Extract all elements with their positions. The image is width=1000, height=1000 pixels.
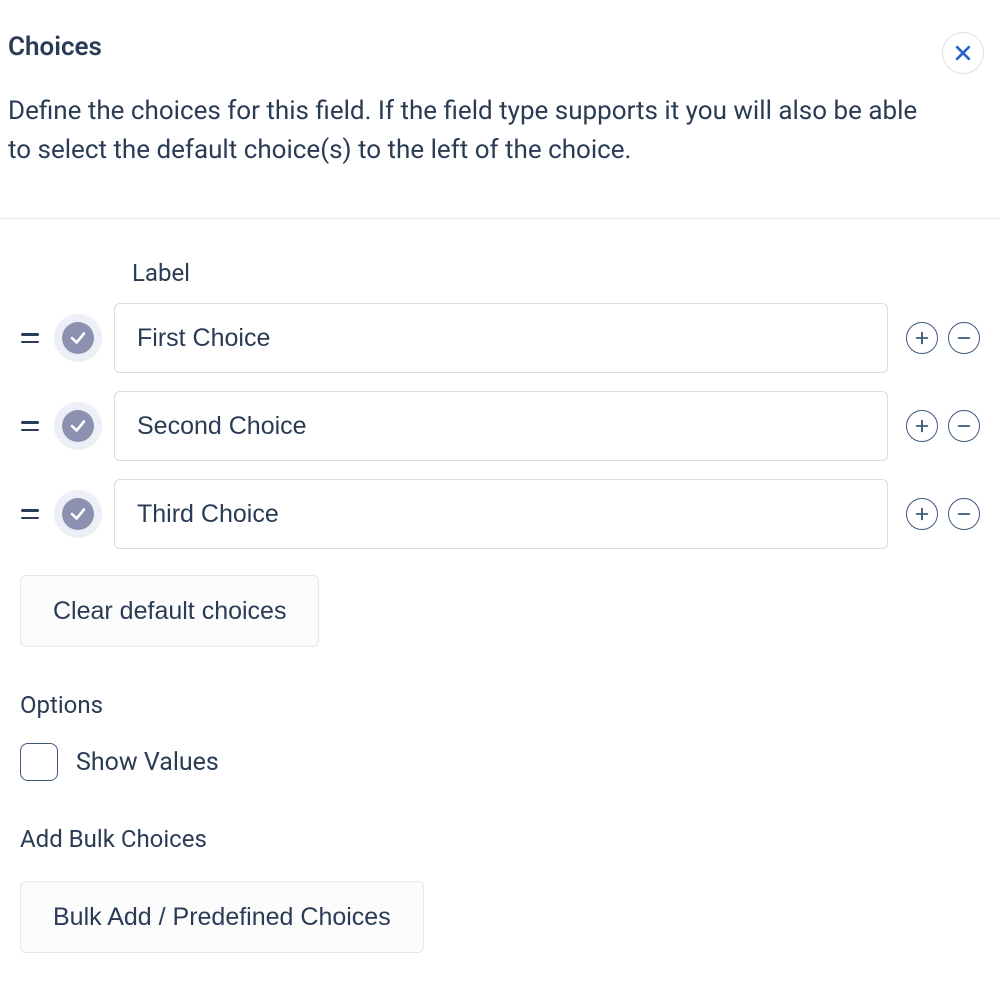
- bulk-add-button[interactable]: Bulk Add / Predefined Choices: [20, 881, 424, 953]
- remove-choice-button[interactable]: [948, 322, 980, 354]
- minus-icon: [956, 418, 972, 434]
- drag-handle-icon[interactable]: [20, 421, 42, 431]
- choice-label-input[interactable]: [114, 479, 888, 549]
- plus-icon: [914, 506, 930, 522]
- choice-row: [20, 303, 980, 373]
- show-values-checkbox-row[interactable]: Show Values: [20, 743, 980, 781]
- default-choice-toggle[interactable]: [54, 314, 102, 362]
- column-header-label: Label: [132, 259, 980, 287]
- choice-label-input[interactable]: [114, 391, 888, 461]
- default-choice-toggle[interactable]: [54, 490, 102, 538]
- dialog-description: Define the choices for this field. If th…: [8, 92, 928, 170]
- close-icon: [953, 43, 973, 63]
- default-choice-toggle[interactable]: [54, 402, 102, 450]
- minus-icon: [956, 506, 972, 522]
- add-choice-button[interactable]: [906, 498, 938, 530]
- show-values-label: Show Values: [76, 748, 219, 777]
- add-bulk-heading: Add Bulk Choices: [20, 825, 980, 853]
- plus-icon: [914, 330, 930, 346]
- plus-icon: [914, 418, 930, 434]
- choice-row: [20, 391, 980, 461]
- show-values-checkbox[interactable]: [20, 743, 58, 781]
- drag-handle-icon[interactable]: [20, 509, 42, 519]
- choice-label-input[interactable]: [114, 303, 888, 373]
- remove-choice-button[interactable]: [948, 410, 980, 442]
- check-icon: [62, 322, 94, 354]
- clear-default-choices-button[interactable]: Clear default choices: [20, 575, 319, 647]
- options-heading: Options: [20, 691, 980, 719]
- divider: [0, 218, 1000, 219]
- choice-row: [20, 479, 980, 549]
- add-choice-button[interactable]: [906, 410, 938, 442]
- close-button[interactable]: [942, 32, 984, 74]
- add-choice-button[interactable]: [906, 322, 938, 354]
- drag-handle-icon[interactable]: [20, 333, 42, 343]
- minus-icon: [956, 330, 972, 346]
- check-icon: [62, 410, 94, 442]
- dialog-title: Choices: [8, 32, 102, 62]
- remove-choice-button[interactable]: [948, 498, 980, 530]
- check-icon: [62, 498, 94, 530]
